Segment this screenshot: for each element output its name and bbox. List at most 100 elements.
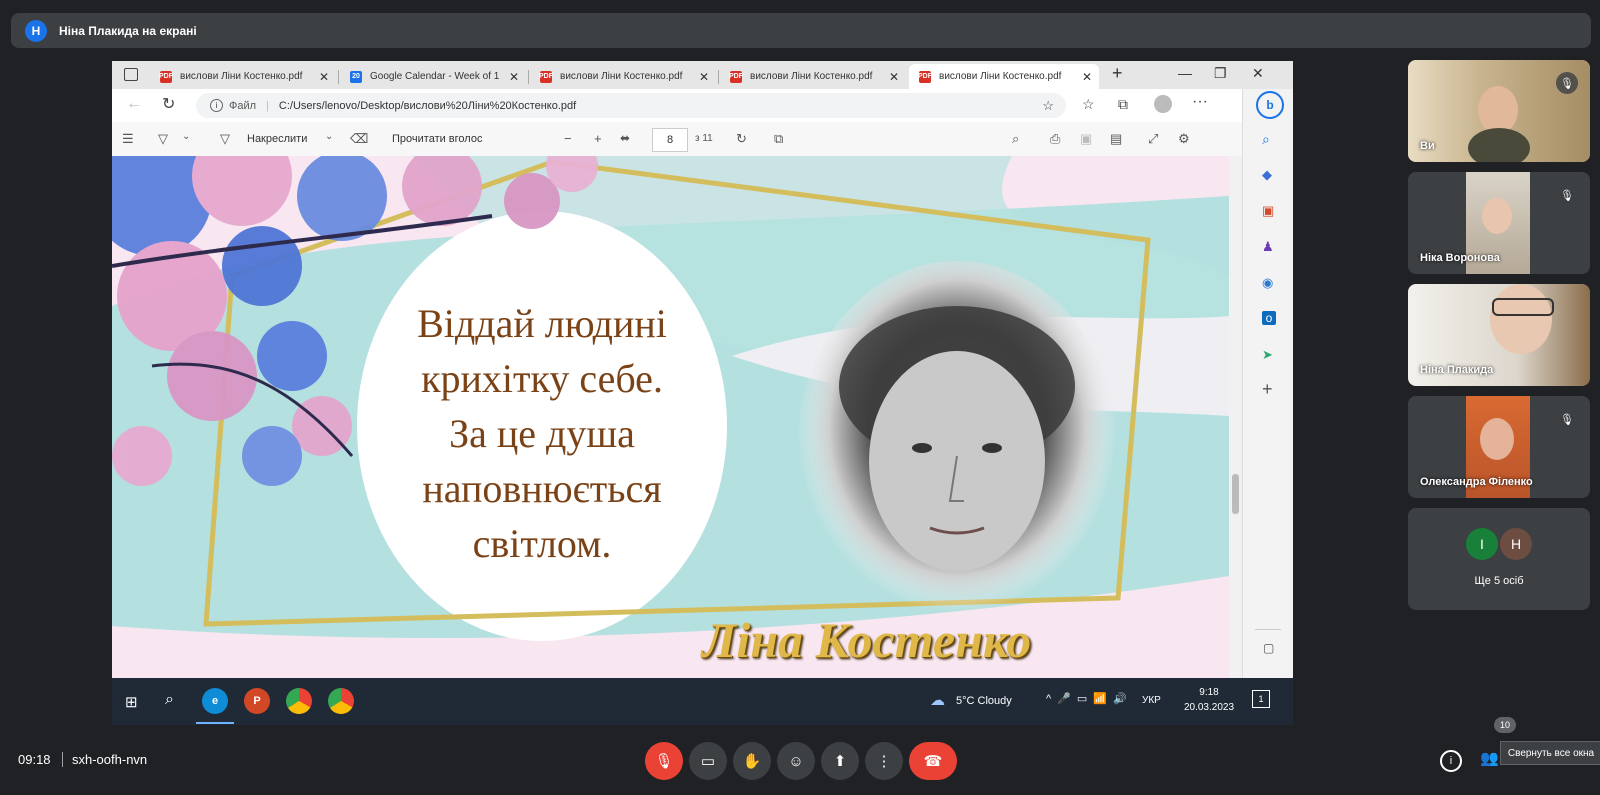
start-icon[interactable]: ⊞ bbox=[125, 693, 138, 711]
participant-tile-self[interactable]: 🎙 Ви bbox=[1408, 60, 1590, 162]
camera-icon: ▭ bbox=[700, 753, 716, 770]
participant-tile[interactable]: 🎙 Ніка Воронова bbox=[1408, 172, 1590, 274]
zoom-in-icon[interactable]: + bbox=[594, 131, 602, 146]
close-tab-icon[interactable]: ✕ bbox=[506, 70, 522, 84]
tab-2[interactable]: 20 Google Calendar - Week of 1 ✕ bbox=[340, 64, 526, 89]
shopping-icon[interactable]: ◆ bbox=[1262, 167, 1272, 183]
clock-time[interactable]: 9:18 bbox=[1186, 687, 1232, 698]
quote-line: За це душа bbox=[449, 411, 635, 456]
hide-sidebar-icon[interactable]: ▢ bbox=[1263, 641, 1274, 655]
tab-5-active[interactable]: PDF вислови Ліни Костенко.pdf ✕ bbox=[909, 64, 1099, 89]
tooltip: Свернуть все окна bbox=[1500, 741, 1600, 765]
draw-dropdown-icon[interactable]: ⌄ bbox=[325, 131, 333, 142]
pdf-toolbar: ☰ ▽ ⌄ ▽ Накреслити ⌄ ⌫ Прочитати вголос … bbox=[112, 122, 1242, 157]
more-menu-icon[interactable]: ··· bbox=[1192, 93, 1208, 111]
page-number-input[interactable]: 8 bbox=[652, 128, 688, 152]
mic-toggle-button[interactable]: 🎙 bbox=[645, 742, 683, 780]
bing-icon[interactable]: b bbox=[1256, 91, 1284, 119]
restore-button[interactable]: ❐ bbox=[1214, 65, 1227, 82]
calendar-icon: 20 bbox=[350, 70, 362, 83]
scrollbar-thumb[interactable] bbox=[1232, 474, 1239, 514]
page-view-icon[interactable]: ⧉ bbox=[774, 131, 783, 147]
search-icon[interactable]: ⌕ bbox=[165, 691, 174, 709]
reactions-button[interactable]: ☺ bbox=[777, 742, 815, 780]
close-window-button[interactable]: ✕ bbox=[1252, 65, 1264, 82]
rotate-icon[interactable]: ↻ bbox=[736, 131, 747, 147]
edge-icon[interactable]: e bbox=[202, 688, 228, 714]
save-icon[interactable]: ▣ bbox=[1080, 131, 1092, 147]
tab-actions-icon[interactable] bbox=[124, 68, 138, 81]
present-icon: ⬆ bbox=[833, 753, 847, 770]
draw-label[interactable]: Накреслити bbox=[247, 133, 307, 145]
add-sidebar-icon[interactable]: + bbox=[1262, 379, 1273, 400]
meeting-info-icon[interactable]: i bbox=[1440, 750, 1462, 772]
mic-off-icon: 🎙 bbox=[1556, 408, 1578, 430]
back-button[interactable]: ← bbox=[126, 95, 142, 113]
participant-tile-presenter[interactable]: Ніна Плакида bbox=[1408, 284, 1590, 386]
highlight-icon[interactable]: ▽ bbox=[158, 131, 168, 147]
close-tab-icon[interactable]: ✕ bbox=[696, 70, 712, 84]
tools-icon[interactable]: ▣ bbox=[1262, 203, 1274, 219]
participant-name: Ніка Воронова bbox=[1420, 252, 1500, 264]
info-icon[interactable]: i bbox=[210, 99, 223, 112]
tray-icons[interactable]: ^🎤▭📶🔊 bbox=[1046, 692, 1133, 705]
tab-strip: PDF вислови Ліни Костенко.pdf ✕ 20 Googl… bbox=[112, 61, 1293, 89]
erase-icon[interactable]: ⌫ bbox=[350, 131, 368, 147]
avatar: І bbox=[1466, 528, 1498, 560]
chrome-profile-icon[interactable] bbox=[328, 688, 354, 714]
settings-icon[interactable]: ⚙ bbox=[1178, 131, 1190, 147]
meeting-code[interactable]: sxh-oofh-nvn bbox=[72, 752, 147, 767]
contents-icon[interactable]: ☰ bbox=[122, 131, 134, 147]
pdf-icon: PDF bbox=[159, 70, 173, 83]
hand-icon: ✋ bbox=[742, 753, 762, 770]
participant-tile[interactable]: 🎙 Олександра Філенко bbox=[1408, 396, 1590, 498]
present-button[interactable]: ⬆ bbox=[821, 742, 859, 780]
powerpoint-icon[interactable]: P bbox=[244, 688, 270, 714]
print-icon[interactable]: ⎙ bbox=[1050, 131, 1060, 147]
chrome-icon[interactable] bbox=[286, 688, 312, 714]
tab-3[interactable]: PDF вислови Ліни Костенко.pdf ✕ bbox=[530, 64, 716, 89]
read-aloud-button[interactable]: Прочитати вголос bbox=[392, 133, 482, 145]
minimize-button[interactable]: — bbox=[1178, 65, 1192, 81]
outlook-icon[interactable]: o bbox=[1262, 311, 1276, 325]
fit-page-icon[interactable]: ⬌ bbox=[620, 131, 630, 145]
close-tab-icon[interactable]: ✕ bbox=[886, 70, 902, 84]
close-tab-icon[interactable]: ✕ bbox=[316, 70, 332, 84]
leave-call-button[interactable]: ☎ bbox=[909, 742, 957, 780]
notification-center-icon[interactable]: 1 bbox=[1252, 690, 1270, 708]
avatar: Н bbox=[1500, 528, 1532, 560]
highlight-dropdown-icon[interactable]: ⌄ bbox=[182, 131, 190, 142]
close-tab-icon[interactable]: ✕ bbox=[1079, 70, 1095, 84]
pdf-icon: PDF bbox=[918, 70, 932, 83]
quote-line: крихітку себе. bbox=[421, 356, 663, 401]
more-options-button[interactable]: ⋮ bbox=[865, 742, 903, 780]
collections-icon[interactable]: ⧉ bbox=[1118, 96, 1128, 113]
tab-4[interactable]: PDF вислови Ліни Костенко.pdf ✕ bbox=[720, 64, 906, 89]
games-icon[interactable]: ♟ bbox=[1262, 239, 1274, 255]
search-icon[interactable]: ⌕ bbox=[1012, 131, 1019, 147]
send-icon[interactable]: ➤ bbox=[1262, 347, 1273, 363]
new-tab-button[interactable]: + bbox=[1112, 63, 1123, 84]
raise-hand-button[interactable]: ✋ bbox=[733, 742, 771, 780]
draw-icon[interactable]: ▽ bbox=[220, 131, 230, 147]
add-favorite-icon[interactable]: ☆ bbox=[1042, 98, 1054, 114]
office-icon[interactable]: ◉ bbox=[1262, 275, 1273, 291]
more-participants-tile[interactable]: І Н Ще 5 осіб bbox=[1408, 508, 1590, 610]
favorites-icon[interactable]: ☆ bbox=[1082, 96, 1095, 113]
omnibox[interactable]: i Файл | C:/Users/lenovo/Desktop/вислови… bbox=[196, 93, 1066, 118]
language-indicator[interactable]: УКР bbox=[1142, 695, 1161, 706]
people-icon[interactable]: 👥 bbox=[1480, 749, 1499, 767]
clock-date[interactable]: 20.03.2023 bbox=[1182, 702, 1236, 713]
weather-text[interactable]: 5°C Cloudy bbox=[956, 695, 1012, 707]
camera-toggle-button[interactable]: ▭ bbox=[689, 742, 727, 780]
zoom-out-icon[interactable]: − bbox=[564, 131, 572, 146]
fullscreen-icon[interactable]: ⤢ bbox=[1148, 131, 1158, 147]
save-as-icon[interactable]: ▤ bbox=[1110, 131, 1122, 147]
profile-icon[interactable] bbox=[1154, 95, 1172, 113]
tab-1[interactable]: PDF вислови Ліни Костенко.pdf ✕ bbox=[150, 64, 336, 89]
presenter-avatar: Н bbox=[25, 19, 47, 42]
refresh-button[interactable]: ↻ bbox=[162, 94, 175, 114]
vertical-scrollbar[interactable] bbox=[1229, 156, 1242, 678]
cloud-icon: ☁ bbox=[930, 692, 945, 709]
search-icon[interactable]: ⌕ bbox=[1262, 131, 1270, 148]
